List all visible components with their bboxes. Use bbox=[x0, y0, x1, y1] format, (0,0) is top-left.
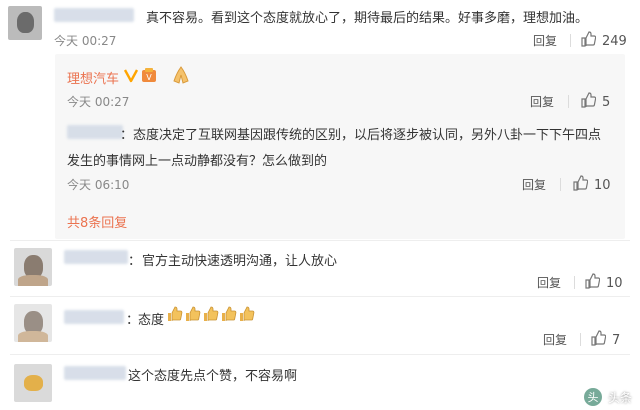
like-button[interactable]: 249 bbox=[580, 31, 627, 51]
username-blurred[interactable] bbox=[54, 8, 134, 22]
comment-text: 这个态度先点个赞，不容易啊 bbox=[128, 369, 298, 384]
thumb-up-icon bbox=[572, 175, 589, 195]
toutiao-logo-icon: 头 bbox=[583, 388, 602, 406]
username-blurred[interactable] bbox=[67, 125, 123, 139]
thumbs-up-emoji bbox=[202, 306, 220, 322]
divider bbox=[10, 354, 630, 355]
like-count: 5 bbox=[602, 94, 611, 110]
reply-time: 今天 06:10 bbox=[67, 178, 130, 192]
pray-emoji bbox=[170, 65, 192, 89]
like-button[interactable]: 7 bbox=[590, 330, 620, 350]
thumbs-up-emoji bbox=[238, 306, 256, 322]
comment-time: 今天 00:27 bbox=[54, 34, 117, 48]
verified-icon bbox=[123, 67, 139, 87]
like-count: 249 bbox=[602, 33, 627, 49]
divider bbox=[570, 34, 571, 47]
reply-button[interactable]: 回复 bbox=[530, 93, 554, 110]
divider bbox=[560, 178, 561, 191]
thumb-up-icon bbox=[584, 273, 601, 293]
reply-button[interactable]: 回复 bbox=[543, 331, 567, 348]
comment-text: 真不容易。看到这个态度就放心了，期待最后的结果。好事多磨，理想加油。 bbox=[146, 11, 589, 26]
like-button[interactable]: 10 bbox=[584, 273, 623, 293]
more-replies-link[interactable]: 共8条回复 bbox=[67, 212, 127, 231]
divider bbox=[10, 240, 630, 241]
comment-text: 态度 bbox=[138, 313, 165, 328]
reply-text-line2: 发生的事情网上一点动静都没有？怎么做到的 bbox=[67, 154, 328, 169]
like-button[interactable]: 5 bbox=[580, 92, 610, 112]
like-button[interactable]: 10 bbox=[572, 175, 611, 195]
username-blurred[interactable] bbox=[64, 250, 128, 264]
svg-text:V: V bbox=[146, 73, 152, 82]
reply-button[interactable]: 回复 bbox=[522, 176, 546, 193]
thumbs-up-emoji bbox=[220, 306, 238, 322]
avatar[interactable] bbox=[14, 364, 52, 402]
username-blurred[interactable] bbox=[64, 366, 126, 380]
reply-author[interactable]: 理想汽车 bbox=[67, 68, 119, 87]
thumbs-up-emoji bbox=[184, 306, 202, 322]
thumb-up-icon bbox=[590, 330, 607, 350]
username-blurred[interactable] bbox=[64, 310, 124, 324]
thumbs-up-emoji bbox=[166, 306, 184, 322]
watermark: 头 头条 bbox=[583, 388, 632, 406]
divider bbox=[10, 296, 630, 297]
divider bbox=[568, 95, 569, 108]
avatar[interactable] bbox=[14, 248, 52, 286]
reply-button[interactable]: 回复 bbox=[537, 274, 561, 291]
vip-badge-icon: V bbox=[140, 66, 158, 88]
like-count: 10 bbox=[594, 177, 611, 193]
comment-colon: ： bbox=[128, 254, 142, 269]
reply-button[interactable]: 回复 bbox=[533, 32, 557, 49]
watermark-text: 头条 bbox=[607, 390, 632, 405]
comment-text: 官方主动快速透明沟通，让人放心 bbox=[142, 254, 338, 269]
divider bbox=[580, 333, 581, 346]
like-count: 10 bbox=[606, 275, 623, 291]
thumbs-up-emoji-row bbox=[166, 306, 256, 322]
thumb-up-icon bbox=[580, 31, 597, 51]
avatar[interactable] bbox=[8, 6, 42, 40]
divider bbox=[574, 276, 575, 289]
like-count: 7 bbox=[612, 332, 621, 348]
avatar[interactable] bbox=[14, 304, 52, 342]
reply-text-line1: ：态度决定了互联网基因跟传统的区别，以后将逐步被认同，另外八卦一下下午四点 bbox=[120, 128, 602, 143]
thumb-up-icon bbox=[580, 92, 597, 112]
reply-time: 今天 00:27 bbox=[67, 95, 130, 109]
